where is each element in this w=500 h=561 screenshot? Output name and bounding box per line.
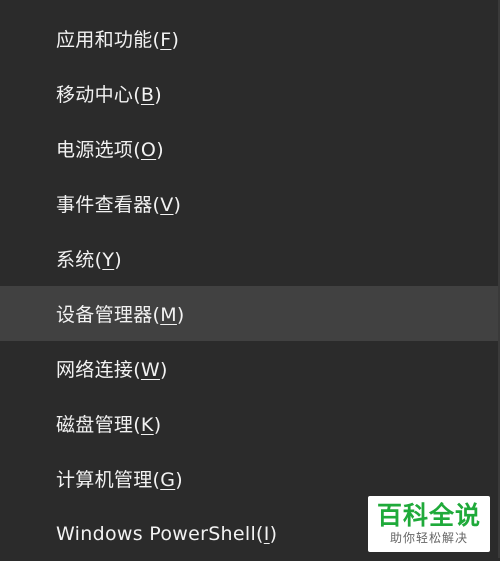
watermark-subtitle: 助你轻松解决 xyxy=(389,531,468,545)
menu-item-label: 磁盘管理(K) xyxy=(56,414,162,436)
menu-item-apps-and-features[interactable]: 应用和功能(F) xyxy=(0,11,498,66)
accelerator-key: V xyxy=(160,194,174,216)
accelerator-key: W xyxy=(140,359,161,381)
accelerator-key: M xyxy=(160,304,177,326)
menu-item-label: 设备管理器(M) xyxy=(56,304,185,326)
menu-item-label: Windows PowerShell(I) xyxy=(56,522,278,545)
menu-item-event-viewer[interactable]: 事件查看器(V) xyxy=(0,176,498,231)
menu-item-label: 系统(Y) xyxy=(56,249,122,271)
menu-item-system[interactable]: 系统(Y) xyxy=(0,231,498,286)
menu-item-mobility-center[interactable]: 移动中心(B) xyxy=(0,66,498,121)
menu-item-label: 网络连接(W) xyxy=(56,359,168,381)
accelerator-key: G xyxy=(160,469,176,491)
accelerator-key: K xyxy=(140,414,154,436)
menu-item-label: 移动中心(B) xyxy=(56,84,162,106)
winx-context-menu: 应用和功能(F) 移动中心(B) 电源选项(O) 事件查看器(V) 系统(Y) … xyxy=(0,0,500,558)
accelerator-key: B xyxy=(140,84,155,106)
accelerator-key: Y xyxy=(102,249,115,271)
watermark-title: 百科全说 xyxy=(376,501,481,530)
menu-item-power-options[interactable]: 电源选项(O) xyxy=(0,121,498,176)
site-watermark: 百科全说 助你轻松解决 xyxy=(368,496,490,552)
menu-item-label: 应用和功能(F) xyxy=(56,29,180,51)
menu-item-label: 电源选项(O) xyxy=(56,139,164,161)
menu-item-device-manager[interactable]: 设备管理器(M) xyxy=(0,286,498,341)
menu-item-label: 事件查看器(V) xyxy=(56,194,182,216)
menu-item-disk-management[interactable]: 磁盘管理(K) xyxy=(0,396,498,451)
accelerator-key: O xyxy=(140,139,157,161)
menu-item-label: 计算机管理(G) xyxy=(56,469,183,491)
menu-item-network-connections[interactable]: 网络连接(W) xyxy=(0,341,498,396)
accelerator-key: F xyxy=(160,29,172,51)
